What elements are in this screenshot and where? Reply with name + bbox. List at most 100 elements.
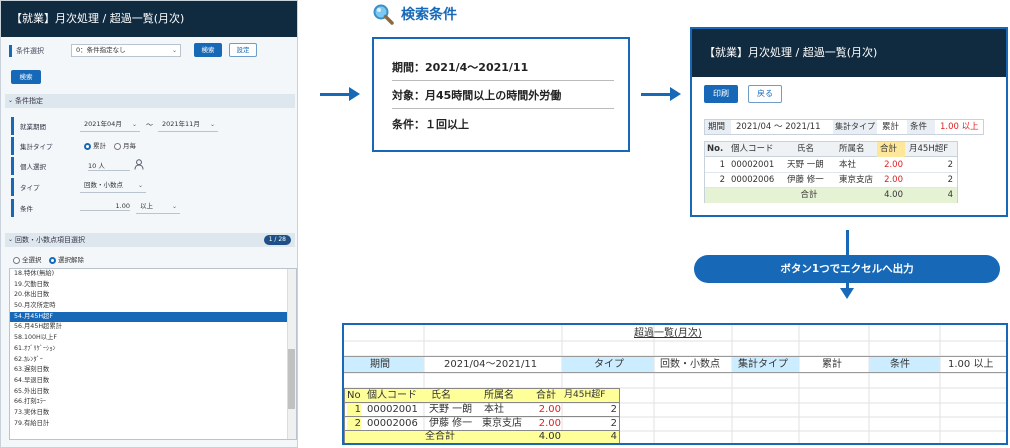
arrow-down-icon: [840, 288, 854, 299]
total-sum: 4.00: [884, 190, 903, 200]
list-item[interactable]: 63.遅刻日数: [10, 365, 296, 376]
excel-total-45h: 4: [610, 431, 617, 442]
list-item[interactable]: 19.欠勤日数: [10, 280, 296, 291]
total-row: 合計 4.00 4: [705, 188, 957, 203]
row-name: 伊藤 修一: [787, 175, 824, 185]
excel-title: 超過一覧(月次): [634, 328, 702, 339]
criteria-line-period: 期間：2021/4～2021/11: [392, 61, 529, 74]
report-title: 【就業】月次処理 / 超過一覧(月次): [692, 29, 1006, 77]
excel-total-row: 全合計 4.00 4: [344, 431, 620, 443]
cond-select-dropdown[interactable]: 0：条件指定なし ⌄: [71, 44, 181, 57]
list-item[interactable]: 61.ｵﾌﾞﾘｹﾞｰｼｮﾝ: [10, 344, 296, 355]
deselect-all-radio[interactable]: 選択解除: [49, 254, 84, 264]
search-button[interactable]: 検索: [11, 70, 41, 84]
excel-sheet: 超過一覧(月次) 期間 2021/04～2021/11 タイプ 回数・小数点 集…: [342, 323, 1008, 445]
col-header-dept: 所属名: [839, 144, 865, 154]
kind-value: 回数・小数点: [84, 181, 123, 189]
report-info-strip: 期間 2021/04 ～ 2021/11 集計タイプ 累計 条件 1.00 以上: [704, 119, 984, 135]
cond-section-header[interactable]: ⌄ 条件指定: [5, 94, 295, 108]
user-icon[interactable]: [134, 159, 144, 170]
table-row: 2 00002006 伊藤 修一 東京支店 2.00 2: [705, 173, 957, 188]
select-all-radio[interactable]: 全選択: [13, 254, 42, 264]
type-radio-cumulative[interactable]: 累計: [84, 140, 106, 150]
person-row: 個人選択 10 人: [11, 157, 293, 175]
excel-row-no: 1: [347, 403, 361, 416]
excel-info-agg-value: 累計: [822, 359, 842, 370]
cond-op-value: 以上: [140, 202, 153, 210]
report-preview: 【就業】月次処理 / 超過一覧(月次) 印刷 戻る 期間 2021/04 ～ 2…: [690, 27, 1008, 217]
excel-row-45h: 2: [610, 404, 617, 415]
period-to-value: 2021年11月: [162, 120, 200, 128]
divider: [392, 80, 614, 81]
excel-info-agg-label: 集計タイプ: [738, 359, 788, 370]
info-type-label: 集計タイプ: [833, 120, 877, 134]
type-radio-monthly[interactable]: 月毎: [114, 140, 136, 150]
type-label: 集計タイプ: [20, 143, 53, 151]
row-dept: 東京支店: [839, 175, 874, 185]
cond-op-select[interactable]: 以上 ⌄: [136, 201, 180, 214]
export-excel-banner: ボタン1つでエクセルへ出力: [694, 255, 1000, 283]
excel-col-dept: 所属名: [484, 390, 514, 401]
list-item[interactable]: 73.実休日数: [10, 408, 296, 419]
chevron-down-icon: ⌄: [171, 203, 177, 210]
list-item[interactable]: 65.外出日数: [10, 387, 296, 398]
list-item[interactable]: 58.100H以上F: [10, 333, 296, 344]
list-item[interactable]: 54.月45H超F: [10, 311, 296, 323]
items-section-header[interactable]: ⌄ 回数・小数点項目選択 1 / 28: [5, 233, 295, 247]
cond-search-button[interactable]: 検索: [194, 43, 222, 57]
report-table: No. 個人コード 氏名 所属名 合計 月45H超F 1 00002001 天野…: [704, 141, 958, 203]
chevron-down-icon: ⌄: [8, 97, 14, 104]
excel-info-cond-label: 条件: [890, 359, 910, 370]
excel-row-no: 2: [347, 417, 361, 430]
radio-on-icon: [84, 142, 91, 150]
cond-label: 条件: [20, 205, 33, 213]
radio-off-icon: [13, 256, 20, 264]
cond-row: 条件 1.00 以上 ⌄: [11, 199, 293, 217]
kind-select[interactable]: 回数・小数点 ⌄: [80, 180, 146, 193]
flow-arrow-2: [641, 93, 671, 96]
list-item[interactable]: 64.早退日数: [10, 376, 296, 387]
period-to-select[interactable]: 2021年11月 ⌄: [158, 119, 218, 132]
cond-value-input[interactable]: 1.00: [80, 202, 130, 211]
print-button[interactable]: 印刷: [704, 85, 738, 103]
excel-row-dept: 東京支店: [482, 418, 522, 429]
list-item[interactable]: 79.有給日計: [10, 419, 296, 430]
list-item[interactable]: 50.月次所定時: [10, 301, 296, 312]
row-total: 2.00: [884, 160, 903, 170]
chevron-down-icon: ⌄: [8, 236, 14, 243]
col-header-45h: 月45H超F: [909, 144, 949, 154]
chevron-down-icon: ⌄: [131, 121, 137, 128]
list-item[interactable]: 62.ｶﾚﾝﾀﾞｰ: [10, 355, 296, 366]
select-all-label: 全選択: [22, 256, 42, 264]
scrollbar[interactable]: [287, 269, 296, 439]
arrow-right-icon: [349, 87, 360, 101]
info-cond-value: 1.00 以上: [940, 122, 979, 132]
total-label: 合計: [800, 190, 818, 200]
items-listbox[interactable]: 18.特休(無給) 19.欠勤日数 20.休出日数 50.月次所定時 54.月45H超F…: [9, 268, 297, 440]
excel-row-45h: 2: [610, 418, 617, 429]
period-from-select[interactable]: 2021年04月 ⌄: [80, 119, 140, 132]
list-item[interactable]: 66.打刻ｴﾗｰ: [10, 397, 296, 408]
table-row: 2 00002006 伊藤 修一 東京支店 2.00 2: [344, 417, 620, 431]
excel-row-code: 00002001: [367, 404, 418, 415]
row-dept: 本社: [839, 160, 857, 170]
row-45h: 2: [947, 160, 953, 170]
info-period-value: 2021/04 ～ 2021/11: [736, 122, 821, 132]
divider: [392, 108, 614, 109]
list-item[interactable]: 20.休出日数: [10, 290, 296, 301]
excel-info-type-value: 回数・小数点: [660, 359, 720, 370]
back-button[interactable]: 戻る: [748, 85, 782, 103]
list-item[interactable]: 56.月45H超累計: [10, 322, 296, 333]
excel-info-period-label: 期間: [370, 359, 390, 370]
info-type-value: 累計: [882, 122, 900, 132]
flow-arrow-1: [320, 93, 350, 96]
excel-info-row: 期間 2021/04～2021/11 タイプ 回数・小数点 集計タイプ 累計 条…: [344, 356, 1006, 373]
type-opt2-label: 月毎: [123, 142, 136, 150]
app-title: 【就業】月次処理 / 超過一覧(月次): [1, 1, 297, 37]
list-item[interactable]: 18.特休(無給): [10, 269, 296, 280]
scrollbar-thumb[interactable]: [288, 349, 295, 409]
excel-row-total: 2.00: [538, 404, 561, 415]
period-label: 就業期間: [20, 123, 46, 131]
cond-settings-button[interactable]: 設定: [229, 43, 257, 57]
person-count: 10 人: [88, 160, 130, 171]
